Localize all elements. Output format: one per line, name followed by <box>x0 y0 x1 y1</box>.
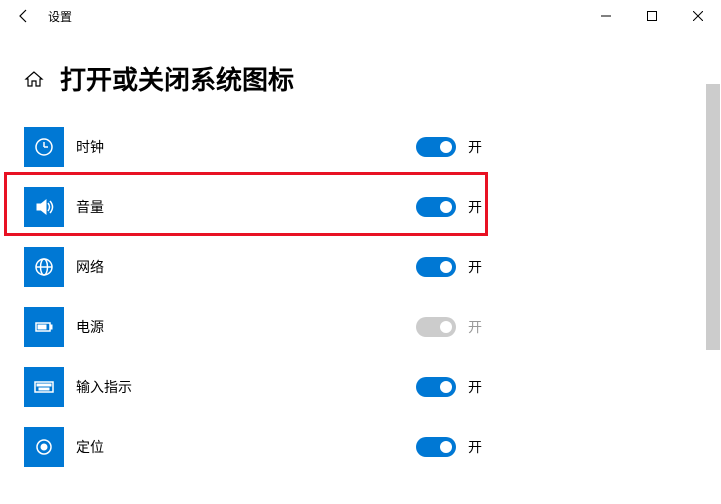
location-icon <box>24 427 64 467</box>
maximize-icon <box>647 11 657 21</box>
keyboard-icon <box>24 367 64 407</box>
setting-label: 音量 <box>76 197 376 217</box>
toggle-volume[interactable] <box>416 197 456 217</box>
setting-row-power: 电源 开 <box>24 297 697 357</box>
setting-row-keyboard: 输入指示 开 <box>24 357 697 417</box>
back-button[interactable] <box>8 0 40 32</box>
power-icon <box>24 307 64 347</box>
window-title: 设置 <box>48 8 72 25</box>
minimize-icon <box>601 11 611 21</box>
home-icon[interactable] <box>24 69 44 89</box>
maximize-button[interactable] <box>629 0 675 32</box>
close-button[interactable] <box>675 0 721 32</box>
toggle-clock[interactable] <box>416 137 456 157</box>
setting-label: 电源 <box>76 317 376 337</box>
setting-label: 定位 <box>76 437 376 457</box>
toggle-state-label: 开 <box>468 257 482 277</box>
close-icon <box>693 11 703 21</box>
network-icon <box>24 247 64 287</box>
setting-label: 网络 <box>76 257 376 277</box>
clock-icon <box>24 127 64 167</box>
volume-icon <box>24 187 64 227</box>
toggle-power[interactable] <box>416 317 456 337</box>
toggle-state-label: 开 <box>468 317 482 337</box>
back-arrow-icon <box>16 8 32 24</box>
setting-row-clock: 时钟 开 <box>24 117 697 177</box>
minimize-button[interactable] <box>583 0 629 32</box>
setting-row-location: 定位 开 <box>24 417 697 477</box>
toggle-location[interactable] <box>416 437 456 457</box>
scrollbar[interactable] <box>706 84 720 350</box>
toggle-state-label: 开 <box>468 437 482 457</box>
toggle-state-label: 开 <box>468 377 482 397</box>
toggle-state-label: 开 <box>468 137 482 157</box>
toggle-state-label: 开 <box>468 197 482 217</box>
setting-row-network: 网络 开 <box>24 237 697 297</box>
setting-label: 时钟 <box>76 137 376 157</box>
setting-label: 输入指示 <box>76 377 376 397</box>
toggle-network[interactable] <box>416 257 456 277</box>
setting-row-volume: 音量 开 <box>24 177 697 237</box>
toggle-keyboard[interactable] <box>416 377 456 397</box>
page-title: 打开或关闭系统图标 <box>60 60 294 97</box>
